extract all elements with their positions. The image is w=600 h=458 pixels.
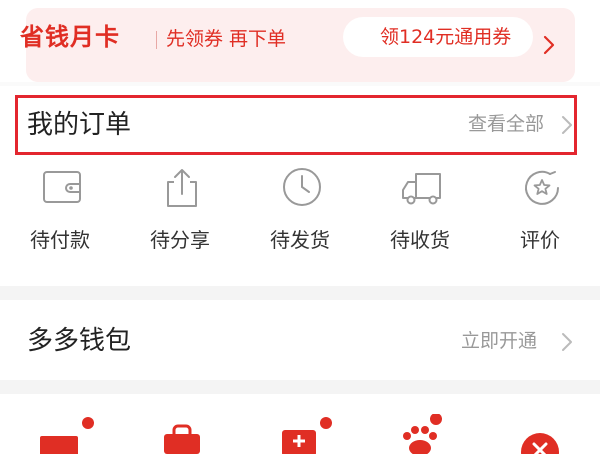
notification-dot: [320, 417, 332, 429]
order-status-pending-shipment[interactable]: 待发货: [250, 166, 350, 266]
order-status-pending-receipt[interactable]: 待收货: [370, 166, 470, 266]
bag-icon: [164, 424, 200, 454]
chevron-right-icon: [543, 35, 555, 55]
clock-icon: [283, 168, 321, 206]
section-divider: [0, 286, 600, 300]
notification-dot: [430, 413, 442, 425]
medical-icon: [282, 417, 332, 456]
paw-icon: [403, 413, 442, 456]
shortcut-medical[interactable]: [280, 414, 340, 456]
wallet-activate-link[interactable]: 立即开通: [461, 328, 537, 354]
close-circle-icon: [521, 433, 559, 458]
order-status-review[interactable]: 评价: [490, 166, 590, 266]
orders-title: 我的订单: [27, 110, 132, 140]
order-status-label: 待发货: [270, 228, 330, 252]
shortcut-pet[interactable]: [400, 413, 460, 456]
order-status-label: 待收货: [390, 228, 450, 252]
shortcut-ticket[interactable]: [38, 414, 98, 456]
order-status-pending-payment[interactable]: 待付款: [10, 166, 110, 266]
view-all-orders-link[interactable]: 查看全部: [468, 111, 544, 137]
promo-subtitle: 先领券 再下单: [166, 28, 287, 50]
ticket-icon: [40, 417, 94, 456]
shortcut-close[interactable]: [520, 414, 580, 458]
shortcut-bag[interactable]: [160, 414, 220, 454]
order-status-label: 评价: [520, 228, 560, 252]
truck-icon: [402, 173, 441, 205]
wallet-title: 多多钱包: [27, 326, 132, 356]
share-icon: [167, 169, 197, 207]
order-status-label: 待分享: [150, 228, 210, 252]
section-divider: [0, 380, 600, 394]
notification-dot: [82, 417, 94, 429]
promo-title: 省钱月卡: [20, 23, 120, 51]
review-icon: [525, 170, 559, 205]
order-status-label: 待付款: [30, 228, 90, 252]
coupon-button-label: 领124元通用券: [380, 26, 512, 48]
chevron-right-icon: [562, 116, 572, 134]
order-status-pending-share[interactable]: 待分享: [130, 166, 230, 266]
chevron-right-icon: [562, 333, 572, 351]
wallet-icon: [43, 171, 81, 203]
promo-divider: [156, 31, 157, 49]
